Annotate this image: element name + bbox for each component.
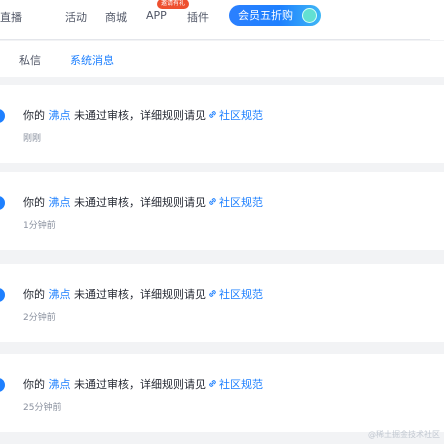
avatar[interactable]	[0, 378, 5, 392]
tab-system-messages[interactable]: 系统消息	[70, 52, 114, 68]
message-body: 未通过审核，详细规则请见	[74, 196, 206, 209]
gift-icon	[302, 8, 317, 23]
link-icon	[209, 290, 216, 297]
message-card: 你的 沸点 未通过审核，详细规则请见 社区规范 2分钟前	[0, 264, 444, 342]
link-icon	[209, 198, 216, 205]
pin-link[interactable]: 沸点	[49, 378, 71, 391]
pin-link[interactable]: 沸点	[49, 109, 71, 122]
message-body: 未通过审核，详细规则请见	[74, 288, 206, 301]
message-card: 你的 沸点 未通过审核，详细规则请见 社区规范 刚刚	[0, 85, 444, 163]
invite-badge: 邀请有礼	[157, 0, 190, 9]
avatar[interactable]	[0, 109, 5, 123]
top-nav: 直播 活动 商城 APP 邀请有礼 插件 会员五折购	[0, 0, 444, 40]
nav-item-plugin[interactable]: 插件	[187, 9, 209, 25]
tab-private-messages[interactable]: 私信	[19, 52, 41, 68]
message-body: 未通过审核，详细规则请见	[74, 109, 206, 122]
message-time: 刚刚	[23, 134, 42, 144]
message-text: 你的 沸点 未通过审核，详细规则请见 社区规范	[23, 194, 263, 210]
message-time: 2分钟前	[23, 313, 56, 323]
nav-right-edge	[430, 0, 444, 40]
nav-item-live[interactable]: 直播	[0, 9, 22, 25]
message-card: 你的 沸点 未通过审核，详细规则请见 社区规范 25分钟前	[0, 354, 444, 432]
pin-link[interactable]: 沸点	[49, 196, 71, 209]
avatar[interactable]	[0, 196, 5, 210]
community-rules-link[interactable]: 社区规范	[219, 288, 263, 301]
vip-button-label: 会员五折购	[238, 9, 293, 22]
community-rules-link[interactable]: 社区规范	[219, 109, 263, 122]
message-time: 25分钟前	[23, 403, 62, 413]
message-text: 你的 沸点 未通过审核，详细规则请见 社区规范	[23, 376, 263, 392]
message-card: 你的 沸点 未通过审核，详细规则请见 社区规范 1分钟前	[0, 172, 444, 250]
message-tabs: 私信 系统消息	[0, 41, 444, 77]
watermark: @稀土掘金技术社区	[368, 430, 440, 439]
message-prefix: 你的	[23, 109, 45, 122]
link-icon	[209, 380, 216, 387]
message-prefix: 你的	[23, 288, 45, 301]
message-prefix: 你的	[23, 196, 45, 209]
avatar[interactable]	[0, 288, 5, 302]
link-icon	[209, 111, 216, 118]
community-rules-link[interactable]: 社区规范	[219, 378, 263, 391]
message-body: 未通过审核，详细规则请见	[74, 378, 206, 391]
nav-item-shop[interactable]: 商城	[105, 9, 127, 25]
nav-item-app[interactable]: APP	[146, 9, 167, 22]
nav-item-events[interactable]: 活动	[65, 9, 87, 25]
message-text: 你的 沸点 未通过审核，详细规则请见 社区规范	[23, 107, 263, 123]
message-time: 1分钟前	[23, 221, 56, 231]
vip-discount-button[interactable]: 会员五折购	[229, 5, 321, 26]
community-rules-link[interactable]: 社区规范	[219, 196, 263, 209]
message-prefix: 你的	[23, 378, 45, 391]
message-text: 你的 沸点 未通过审核，详细规则请见 社区规范	[23, 286, 263, 302]
pin-link[interactable]: 沸点	[49, 288, 71, 301]
